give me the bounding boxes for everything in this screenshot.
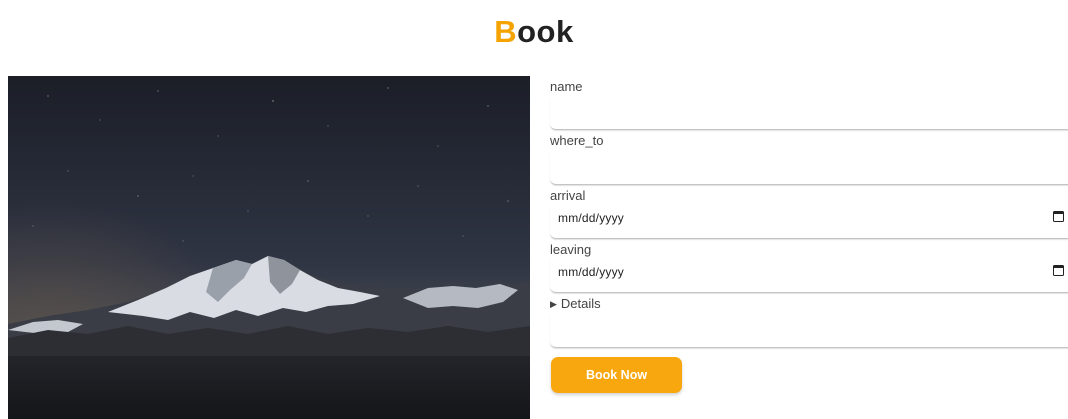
leaving-label: leaving [550, 242, 592, 257]
arrival-label: arrival [550, 188, 586, 203]
booking-form: name where_to arrival mm/dd/yyyy leaving… [550, 76, 1068, 419]
calendar-icon[interactable] [1053, 211, 1064, 222]
hero-image [8, 76, 530, 419]
where-to-label: where_to [550, 133, 604, 148]
leaving-date-placeholder: mm/dd/yyyy [558, 265, 625, 279]
page-title-rest: ook [517, 14, 574, 49]
details-label: Details [560, 296, 601, 311]
name-label: name [550, 79, 583, 94]
arrival-date-placeholder: mm/dd/yyyy [558, 211, 625, 225]
details-input[interactable] [550, 314, 1068, 348]
where-to-input[interactable] [550, 152, 1068, 185]
page-title-accent-letter: B [494, 14, 518, 49]
book-now-button[interactable]: Book Now [551, 357, 682, 393]
arrival-date-input[interactable]: mm/dd/yyyy [550, 205, 1068, 239]
disclosure-triangle-icon: ▶ [550, 299, 557, 309]
leaving-date-input[interactable]: mm/dd/yyyy [550, 259, 1068, 293]
calendar-icon[interactable] [1053, 265, 1064, 276]
name-input[interactable] [550, 98, 1068, 130]
booking-page: Book name where_to arrival mm/dd/yyyy le… [0, 0, 1068, 419]
details-toggle[interactable]: ▶ Details [550, 296, 601, 312]
page-title: Book [0, 14, 1068, 50]
